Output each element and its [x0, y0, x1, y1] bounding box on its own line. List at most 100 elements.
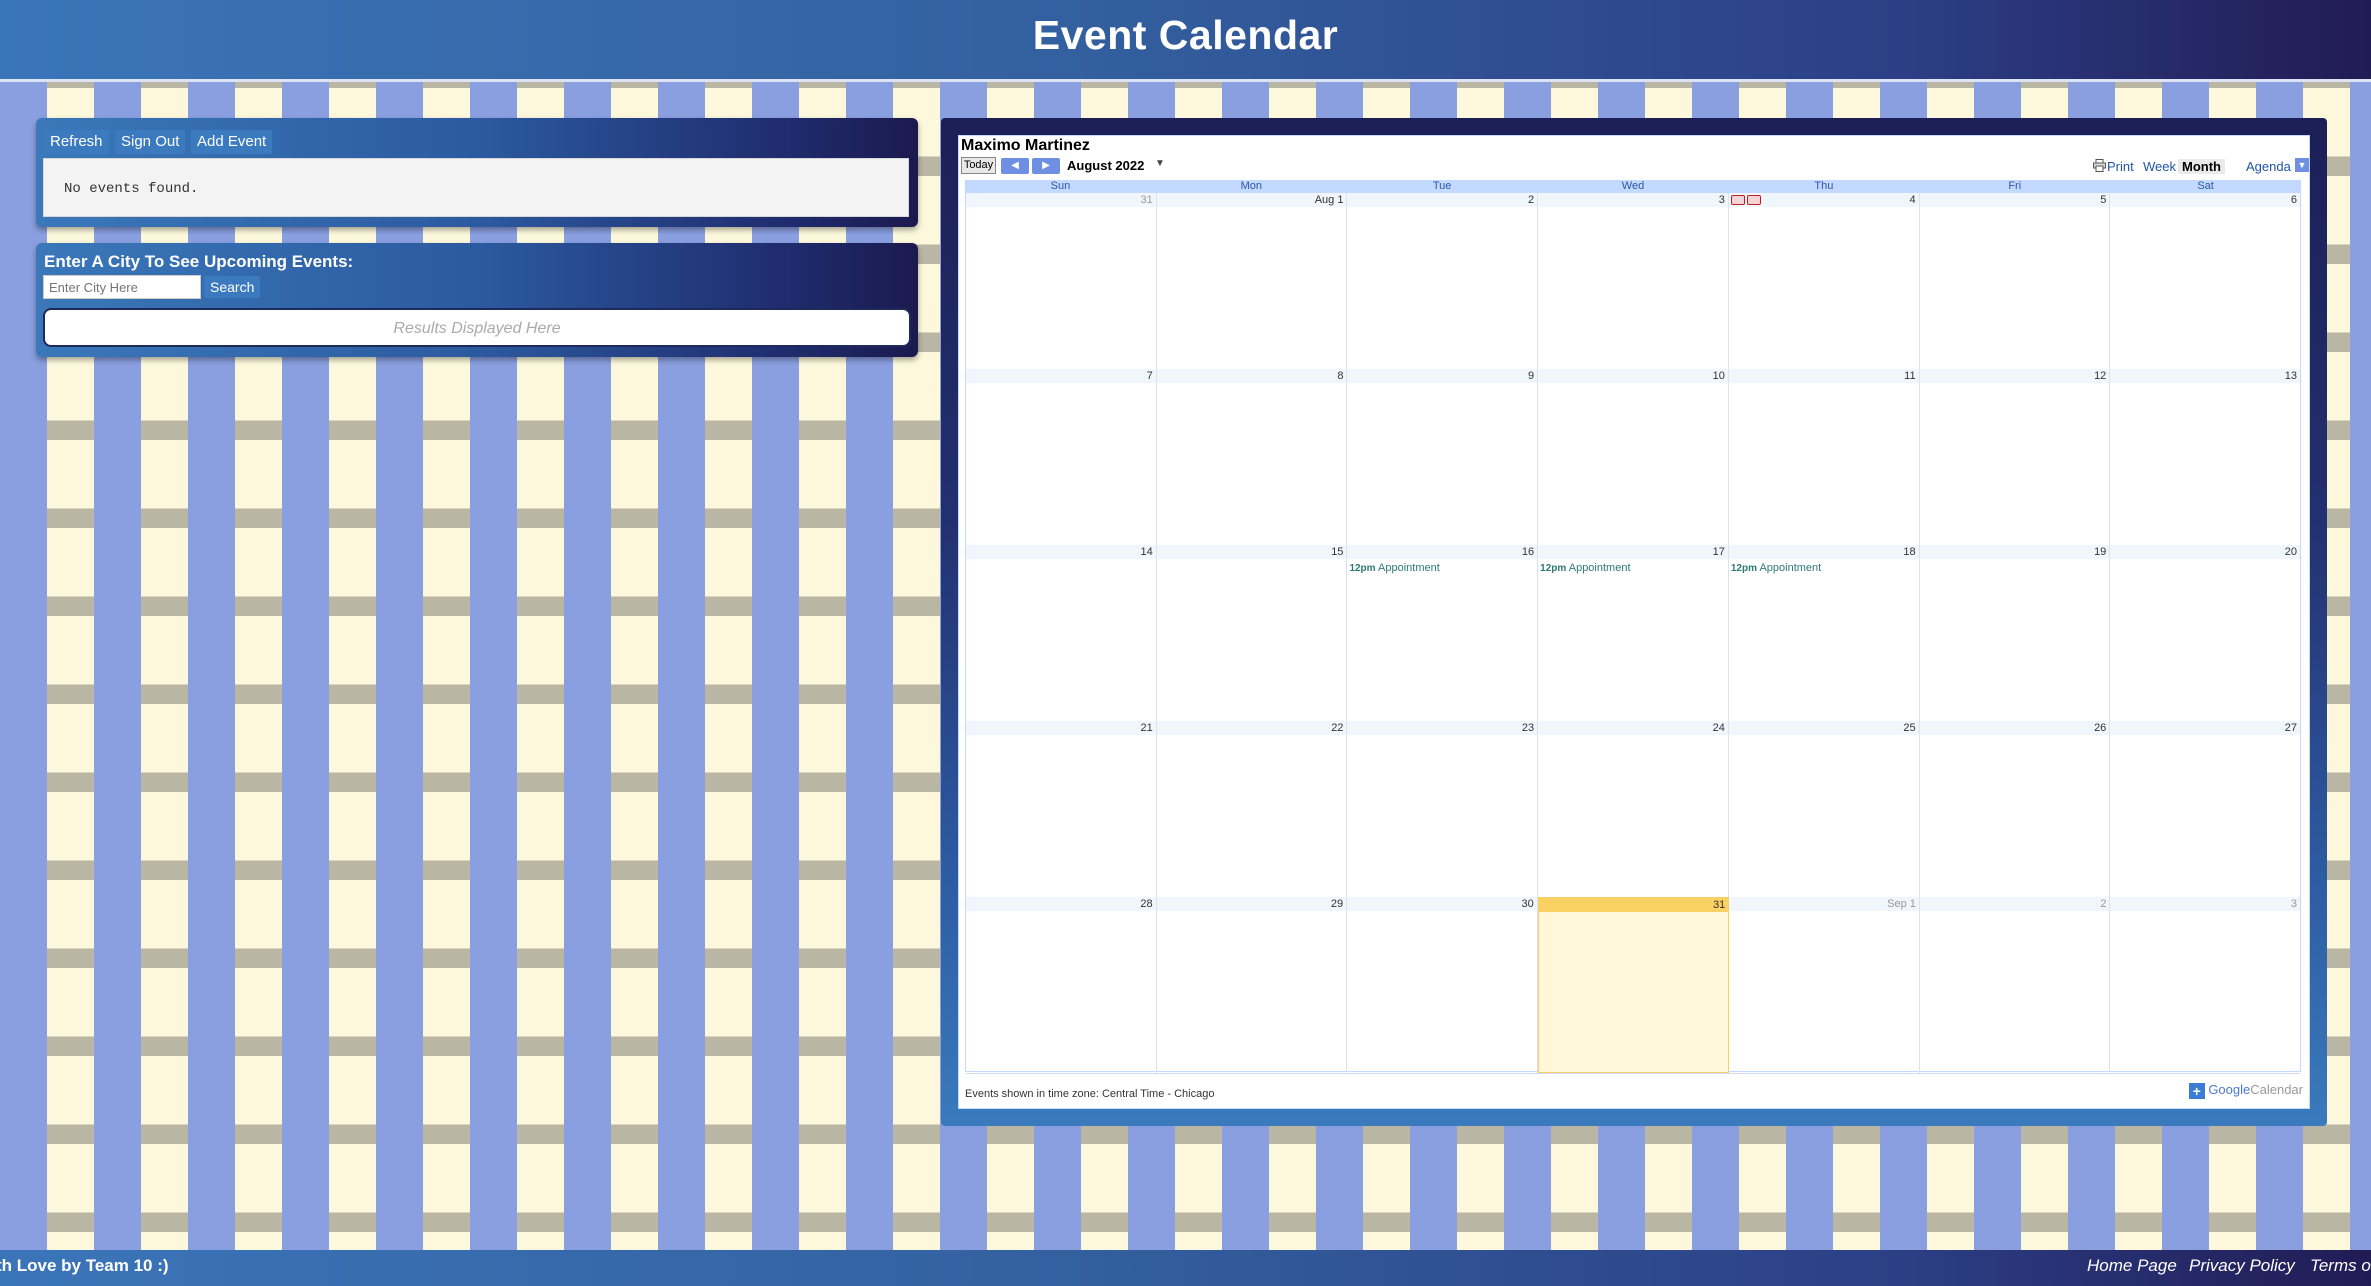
tab-week[interactable]: Week	[2143, 159, 2176, 174]
month-dropdown-icon[interactable]: ▼	[1155, 158, 1165, 169]
city-input[interactable]	[43, 275, 201, 299]
print-icon[interactable]	[2093, 159, 2106, 172]
day-cell[interactable]: 31	[966, 193, 1157, 369]
day-cell[interactable]: 26	[1919, 721, 2111, 897]
event-time: 12pm	[1730, 563, 1757, 574]
footer-link-terms[interactable]: Terms o	[2310, 1256, 2371, 1276]
chevron-right-icon: ▶	[1042, 160, 1050, 171]
add-event-button[interactable]: Add Event	[191, 130, 273, 154]
dow-label: Tue	[1432, 180, 1452, 192]
sign-out-button[interactable]: Sign Out	[115, 130, 186, 154]
event-chip[interactable]: 12pm Appointment	[1731, 562, 1919, 574]
day-number: 15	[1156, 545, 1347, 559]
day-cell[interactable]: Aug 1	[1156, 193, 1348, 369]
holiday-icon[interactable]	[1730, 195, 1745, 205]
day-cell[interactable]: 23	[1347, 721, 1539, 897]
day-number: 8	[1156, 369, 1347, 383]
day-cell[interactable]: 18 12pm Appointment	[1728, 545, 1920, 721]
day-cell[interactable]: 25	[1728, 721, 1920, 897]
dow-label: Sun	[1050, 180, 1071, 192]
day-number: 30	[1347, 897, 1537, 911]
day-cell[interactable]: 11	[1728, 369, 1920, 545]
month-grid: 31 Aug 1 2 3 4 5 6 7 8 9 10 11 12 13 14 15 16 12pm Appoin…	[965, 192, 2301, 1074]
city-search-panel: Enter A City To See Upcoming Events: Sea…	[36, 243, 918, 357]
google-calendar-button[interactable]: + GoogleCalendar	[2188, 1082, 2303, 1099]
day-number: 11	[1728, 369, 1919, 383]
day-number: 31	[966, 193, 1156, 207]
day-cell[interactable]: 7	[966, 369, 1157, 545]
tab-month[interactable]: Month	[2178, 159, 2225, 174]
day-cell[interactable]: 13	[2110, 369, 2301, 545]
day-cell[interactable]: 30	[1347, 897, 1538, 1073]
page-footer: th Love by Team 10 :) Home Page Privacy …	[0, 1250, 2371, 1286]
day-number: 19	[1919, 545, 2110, 559]
day-cell-today[interactable]: 31	[1537, 897, 1730, 1073]
day-number: 7	[966, 369, 1156, 383]
footer-link-home[interactable]: Home Page	[2087, 1256, 2177, 1276]
dow-label: Sat	[2197, 180, 2214, 192]
day-number: 3	[1538, 193, 1728, 207]
days-of-week-header: Sun Mon Tue Wed Thu Fri Sat	[965, 180, 2301, 192]
day-number: 16	[1347, 545, 1538, 559]
event-chip[interactable]: 12pm Appointment	[1349, 562, 1537, 574]
day-cell[interactable]: 29	[1156, 897, 1348, 1073]
dow-label: Mon	[1240, 180, 1262, 192]
city-search-label: Enter A City To See Upcoming Events:	[44, 252, 354, 271]
results-placeholder: Results Displayed Here	[393, 320, 561, 337]
day-number: 17	[1538, 545, 1728, 559]
day-cell[interactable]: 19	[1919, 545, 2111, 721]
day-cell[interactable]: 2	[1347, 193, 1539, 369]
day-cell[interactable]: 2	[1919, 897, 2111, 1073]
day-cell[interactable]: 14	[966, 545, 1157, 721]
next-month-button[interactable]: ▶	[1032, 158, 1060, 174]
event-title: Appointment	[1759, 562, 1822, 574]
google-logo-text: Google	[2208, 1082, 2251, 1097]
day-cell[interactable]: 17 12pm Appointment	[1538, 545, 1729, 721]
day-cell[interactable]: 3	[2110, 897, 2301, 1073]
day-cell[interactable]: 9	[1347, 369, 1539, 545]
day-number: 25	[1728, 721, 1919, 735]
day-cell[interactable]: 10	[1538, 369, 1729, 545]
day-cell[interactable]: 20	[2110, 545, 2301, 721]
day-cell[interactable]: 24	[1538, 721, 1729, 897]
day-number: 20	[2110, 545, 2301, 559]
events-list-box: No events found.	[43, 158, 909, 217]
today-button[interactable]: Today	[961, 157, 996, 174]
day-cell[interactable]: 21	[966, 721, 1157, 897]
prev-month-button[interactable]: ◀	[1001, 158, 1029, 174]
week-row: 21 22 23 24 25 26 27	[966, 721, 2301, 898]
day-cell[interactable]: 12	[1919, 369, 2111, 545]
day-number: 2	[1347, 193, 1538, 207]
day-number: 12	[1919, 369, 2110, 383]
day-cell[interactable]: 6	[2110, 193, 2301, 369]
holiday-icon[interactable]	[1746, 195, 1761, 205]
calendar-owner: Maximo Martinez	[961, 137, 1090, 154]
day-cell[interactable]: 22	[1156, 721, 1348, 897]
footer-link-privacy[interactable]: Privacy Policy	[2189, 1256, 2295, 1276]
day-cell[interactable]: 5	[1919, 193, 2111, 369]
tab-agenda[interactable]: Agenda	[2246, 159, 2291, 174]
view-menu-icon[interactable]: ▼	[2295, 158, 2309, 172]
calendar-logo-text: Calendar	[2250, 1082, 2303, 1097]
event-chip[interactable]: 12pm Appointment	[1540, 562, 1728, 574]
day-cell[interactable]: 4	[1728, 193, 1920, 369]
refresh-button[interactable]: Refresh	[44, 130, 109, 154]
day-number: 3	[2110, 897, 2301, 911]
day-number: 9	[1347, 369, 1538, 383]
search-button[interactable]: Search	[204, 276, 261, 298]
day-cell[interactable]: 16 12pm Appointment	[1347, 545, 1539, 721]
day-cell[interactable]: 15	[1156, 545, 1348, 721]
day-number: 6	[2110, 193, 2301, 207]
events-panel: Refresh Sign Out Add Event No events fou…	[36, 118, 918, 227]
day-cell[interactable]: 8	[1156, 369, 1348, 545]
day-cell[interactable]: Sep 1	[1729, 897, 1920, 1073]
print-button[interactable]: Print	[2107, 159, 2134, 174]
day-cell[interactable]: 27	[2110, 721, 2301, 897]
event-time: 12pm	[1349, 563, 1376, 574]
day-cell[interactable]: 28	[966, 897, 1157, 1073]
day-number: 5	[1919, 193, 2110, 207]
day-cell[interactable]: 3	[1538, 193, 1729, 369]
no-events-message: No events found.	[64, 181, 199, 197]
day-number: Aug 1	[1156, 193, 1347, 207]
day-number: 10	[1538, 369, 1728, 383]
